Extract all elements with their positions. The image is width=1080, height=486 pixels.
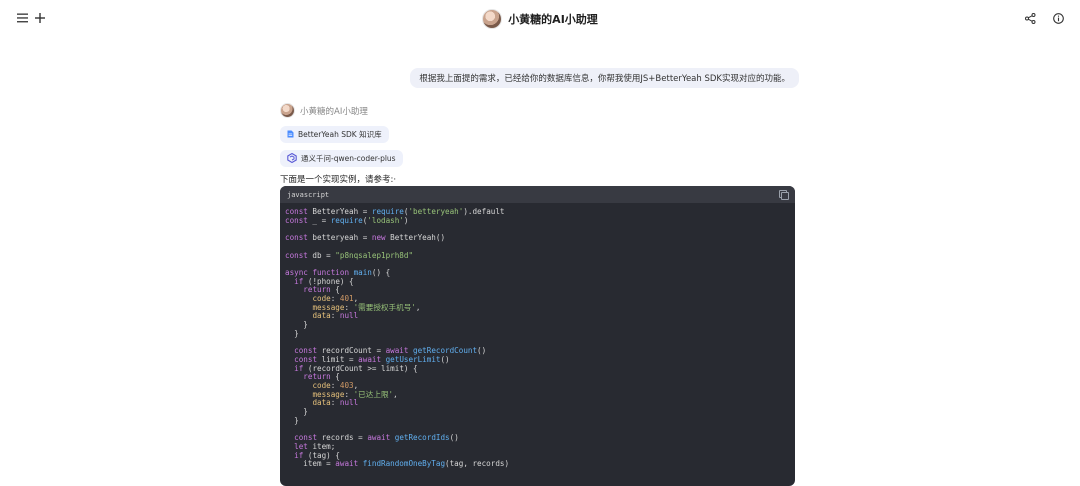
assistant-avatar: [482, 9, 503, 29]
bot-name: 小黄糖的AI小助理: [300, 106, 368, 117]
model-chip[interactable]: 通义千问-qwen-coder-plus: [280, 150, 403, 167]
share-icon[interactable]: [1022, 10, 1038, 26]
code-block-header: javascript: [280, 186, 795, 203]
chat-title-area: 小黄糖的AI小助理: [0, 9, 1080, 29]
top-bar: 小黄糖的AI小助理: [0, 0, 1080, 36]
model-icon: [287, 152, 297, 165]
code-block: javascript const BetterYeah = require('b…: [280, 186, 795, 486]
document-icon: [287, 130, 294, 140]
chip-label: BetterYeah SDK 知识库: [298, 130, 382, 139]
info-icon[interactable]: [1050, 10, 1066, 26]
code-content: const BetterYeah = require('betteryeah')…: [285, 207, 510, 469]
knowledge-base-chip[interactable]: BetterYeah SDK 知识库: [280, 126, 389, 143]
copy-icon[interactable]: [779, 190, 789, 200]
chip-label: 通义千问-qwen-coder-plus: [301, 154, 396, 163]
bot-message-header: 小黄糖的AI小助理: [280, 103, 368, 118]
code-language-label: javascript: [287, 190, 330, 199]
user-message-bubble: 根据我上面提的需求，已经给你的数据库信息，你帮我使用JS+BetterYeah …: [410, 68, 799, 88]
bot-avatar: [280, 103, 295, 118]
bot-intro-text: 下面是一个实现实例，请参考:·: [280, 175, 397, 185]
page-title: 小黄糖的AI小助理: [508, 13, 598, 26]
